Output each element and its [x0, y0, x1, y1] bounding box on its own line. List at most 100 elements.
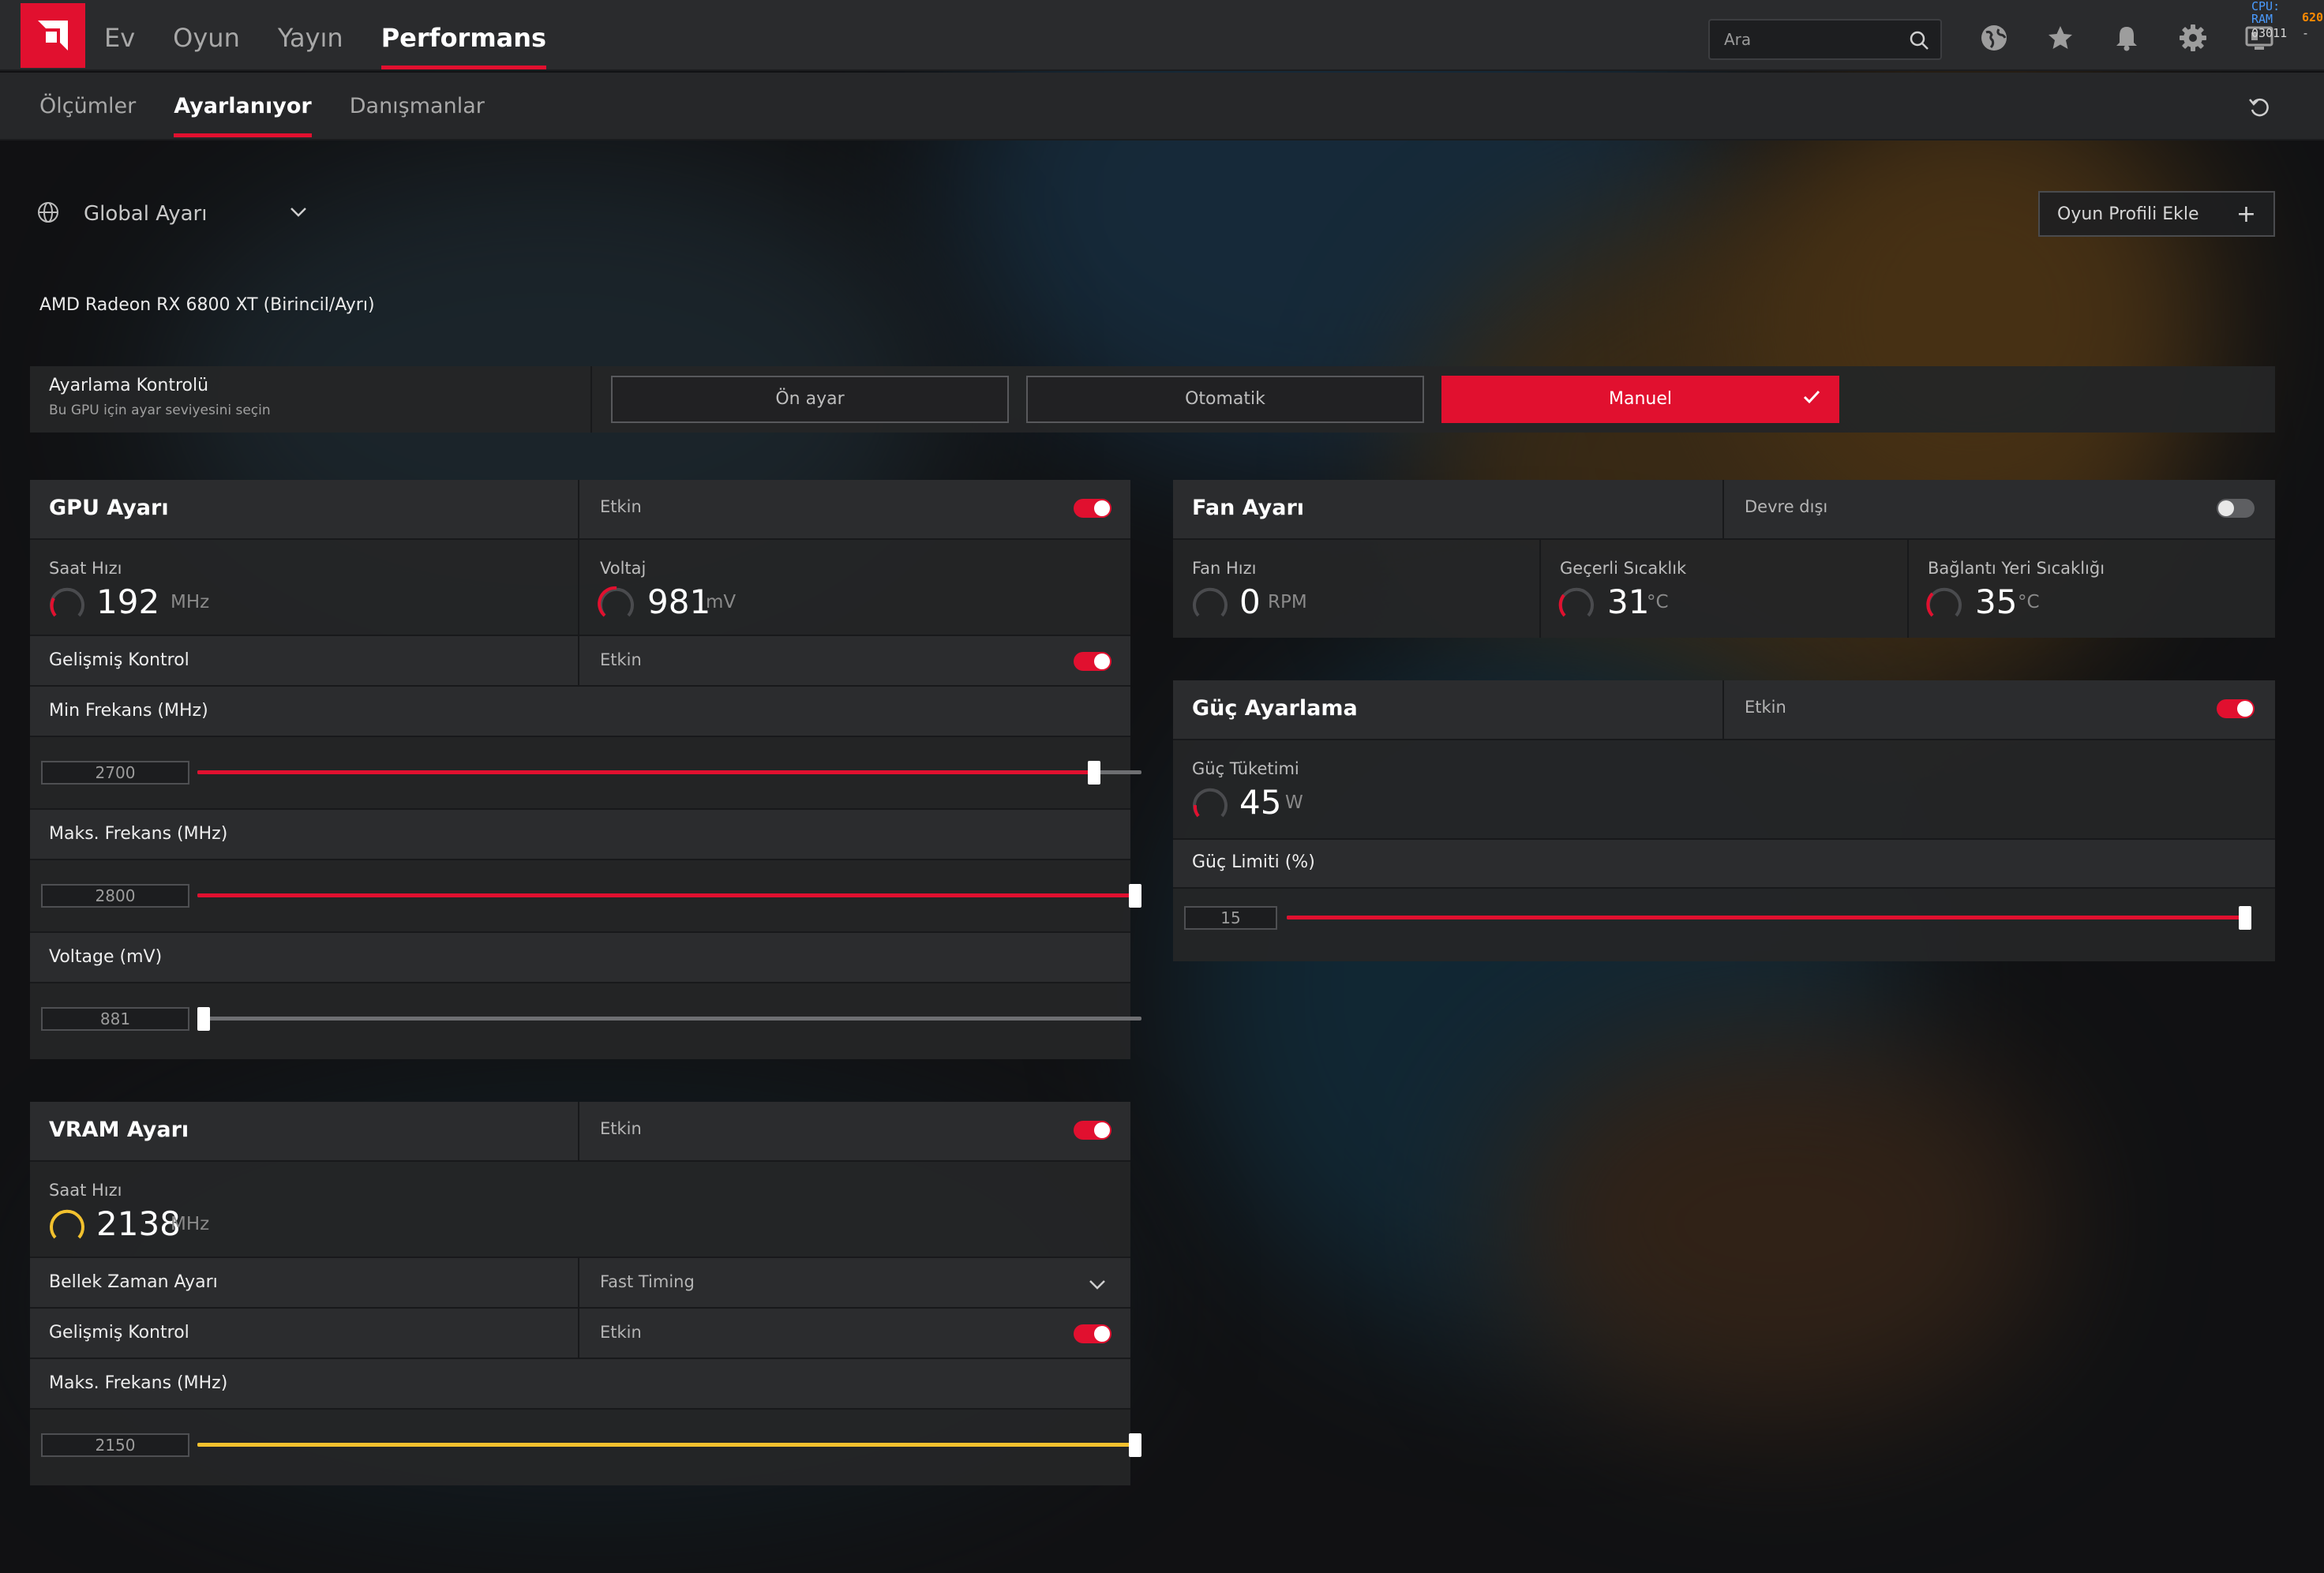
- top-nav-bar: Ev Oyun Yayın Performans CPU: RAM 03011 …: [0, 0, 2324, 71]
- power-consumption-value: 45: [1239, 783, 1282, 822]
- tuning-control-title: Ayarlama Kontrolü: [49, 376, 209, 395]
- gpu-voltage-unit: mV: [706, 592, 737, 612]
- vram-tuning-header: VRAM Ayarı Etkin: [30, 1102, 1130, 1162]
- voltage-input[interactable]: 881: [41, 1007, 189, 1031]
- memory-timing-select[interactable]: Fast Timing: [600, 1272, 695, 1291]
- max-freq-thumb[interactable]: [1129, 884, 1141, 908]
- search-icon[interactable]: [1909, 30, 1929, 54]
- power-limit-header: Güç Limiti (%): [1173, 840, 2275, 889]
- gpu-voltage-value: 981: [647, 582, 711, 621]
- voltage-thumb[interactable]: [197, 1007, 210, 1031]
- max-freq-slider[interactable]: [197, 884, 1141, 908]
- gpu-tuning-toggle[interactable]: [1074, 499, 1111, 518]
- amd-logo[interactable]: [21, 3, 85, 68]
- profile-selector[interactable]: Global Ayarı: [36, 194, 308, 234]
- power-tuning-header: Güç Ayarlama Etkin: [1173, 680, 2275, 740]
- max-freq-header: Maks. Frekans (MHz): [30, 810, 1130, 860]
- gpu-voltage-label: Voltaj: [600, 559, 647, 578]
- current-temp-label: Geçerli Sıcaklık: [1560, 559, 1687, 578]
- voltage-slider-row: 881: [30, 983, 1141, 1059]
- checkmark-icon: [1803, 377, 1820, 421]
- power-limit-label: Güç Limiti (%): [1192, 852, 1315, 872]
- min-freq-input[interactable]: 2700: [41, 761, 189, 785]
- min-freq-thumb[interactable]: [1088, 761, 1101, 785]
- gpu-tuning-title: GPU Ayarı: [49, 496, 169, 520]
- power-limit-thumb[interactable]: [2239, 906, 2251, 930]
- power-limit-slider[interactable]: [1287, 906, 2251, 930]
- subnav-tab-tuning[interactable]: Ayarlanıyor: [174, 73, 312, 140]
- reset-icon[interactable]: [2243, 92, 2275, 123]
- fan-tuning-status: Devre dışı: [1745, 497, 1828, 516]
- voltage-header: Voltage (mV): [30, 933, 1130, 983]
- vram-max-freq-label: Maks. Frekans (MHz): [49, 1373, 228, 1393]
- fan-tuning-toggle[interactable]: [2217, 499, 2255, 518]
- subnav-tab-metrics[interactable]: Ölçümler: [39, 73, 136, 140]
- fan-tuning-header: Fan Ayarı Devre dışı: [1173, 480, 2275, 540]
- globe-small-icon: [36, 200, 60, 227]
- power-consumption-label: Güç Tüketimi: [1192, 759, 1299, 778]
- vram-clock-gauge-icon: [50, 1209, 84, 1239]
- vram-advanced-status: Etkin: [600, 1323, 642, 1342]
- junction-temp-gauge-icon: [1926, 587, 1962, 617]
- fan-speed-value: 0: [1239, 582, 1261, 621]
- tuning-option-manual[interactable]: Manuel: [1441, 376, 1839, 423]
- max-freq-slider-row: 2800: [30, 860, 1141, 933]
- vram-max-freq-slider[interactable]: [197, 1433, 1141, 1457]
- star-icon[interactable]: [2043, 21, 2078, 55]
- vram-tuning-toggle[interactable]: [1074, 1121, 1111, 1140]
- power-consumption-unit: W: [1285, 792, 1303, 813]
- more-options-icon[interactable]: [2311, 92, 2324, 123]
- plus-icon: +: [2236, 200, 2256, 228]
- junction-temp-unit: °C: [2018, 592, 2040, 612]
- vram-advanced-toggle[interactable]: [1074, 1324, 1111, 1343]
- bell-icon[interactable]: [2109, 21, 2144, 55]
- chevron-down-icon: [289, 206, 308, 222]
- memory-timing-chevron-icon[interactable]: [1088, 1279, 1107, 1291]
- vram-tuning-panel: VRAM Ayarı Etkin Saat Hızı 2138 MHz Bell…: [30, 1102, 1141, 1485]
- vram-clock-value: 2138: [96, 1204, 181, 1243]
- gear-icon[interactable]: [2176, 21, 2210, 55]
- vram-tuning-status: Etkin: [600, 1119, 642, 1138]
- tuning-option-automatic[interactable]: Otomatik: [1026, 376, 1424, 423]
- memory-timing-label: Bellek Zaman Ayarı: [49, 1272, 218, 1292]
- vram-advanced-label: Gelişmiş Kontrol: [49, 1323, 189, 1343]
- power-tuning-title: Güç Ayarlama: [1192, 696, 1358, 721]
- gpu-tuning-header: GPU Ayarı Etkin: [30, 480, 1130, 540]
- tuning-control-panel: Ayarlama Kontrolü Bu GPU için ayar seviy…: [30, 366, 2275, 433]
- memory-timing-row: Bellek Zaman Ayarı Fast Timing: [30, 1258, 1130, 1309]
- voltage-slider[interactable]: [197, 1007, 1141, 1031]
- gpu-advanced-toggle[interactable]: [1074, 652, 1111, 671]
- current-temp-unit: °C: [1647, 592, 1669, 612]
- vram-clock-unit: MHz: [171, 1214, 210, 1234]
- max-freq-label: Maks. Frekans (MHz): [49, 824, 228, 844]
- performance-overlay: CPU: RAM 03011 620 -: [2250, 0, 2324, 47]
- tuning-option-preset[interactable]: Ön ayar: [611, 376, 1009, 423]
- search-input[interactable]: [1724, 27, 1898, 52]
- gpu-voltage-gauge-icon: [598, 586, 634, 617]
- vram-max-freq-slider-row: 2150: [30, 1410, 1141, 1485]
- nav-tab-gaming[interactable]: Oyun: [173, 0, 240, 71]
- vram-max-freq-input[interactable]: 2150: [41, 1433, 189, 1457]
- subnav-tab-advisors[interactable]: Danışmanlar: [350, 73, 485, 140]
- gpu-clock-value: 192: [96, 582, 160, 621]
- min-freq-slider[interactable]: [197, 761, 1141, 785]
- max-freq-input[interactable]: 2800: [41, 884, 189, 908]
- profile-label: Global Ayarı: [84, 202, 208, 226]
- gpu-clock-gauge-icon: [50, 587, 84, 617]
- overlay-cpu-value: 620: [2302, 10, 2324, 24]
- vram-max-freq-thumb[interactable]: [1129, 1433, 1141, 1457]
- nav-tab-streaming[interactable]: Yayın: [278, 0, 343, 71]
- power-tuning-toggle[interactable]: [2217, 699, 2255, 718]
- vram-clock-label: Saat Hızı: [49, 1181, 122, 1200]
- overlay-ram-value: 03011: [2251, 26, 2288, 40]
- globe-icon[interactable]: [1977, 21, 2011, 55]
- overlay-dash: -: [2302, 26, 2310, 40]
- nav-tab-performance[interactable]: Performans: [380, 0, 547, 71]
- nav-tab-home[interactable]: Ev: [104, 0, 135, 71]
- min-freq-header: Min Frekans (MHz): [30, 687, 1130, 737]
- add-game-profile-button[interactable]: Oyun Profili Ekle +: [2038, 191, 2275, 237]
- fan-speed-label: Fan Hızı: [1192, 559, 1257, 578]
- vram-advanced-row: Gelişmiş Kontrol Etkin: [30, 1309, 1130, 1359]
- gpu-tuning-status: Etkin: [600, 497, 642, 516]
- power-limit-input[interactable]: 15: [1184, 906, 1277, 930]
